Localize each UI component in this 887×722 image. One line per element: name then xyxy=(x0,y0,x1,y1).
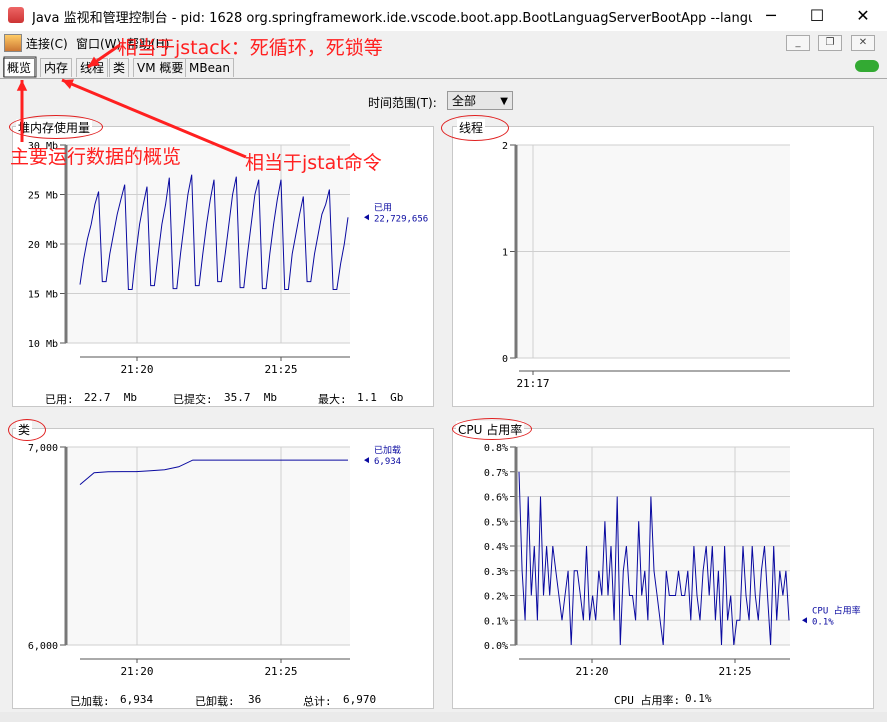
annotation-jstat: 相当于jstat命令 xyxy=(245,152,382,174)
tab-overview-focus xyxy=(3,56,37,78)
annotation-overview: 主要运行数据的概览 xyxy=(10,146,182,168)
annotation-overview-arrow-head xyxy=(16,80,28,91)
status-bar xyxy=(0,712,887,722)
annotation-jstack: 相当于jstack：死循环，死锁等 xyxy=(118,37,383,59)
annotation-arrows xyxy=(3,43,247,159)
